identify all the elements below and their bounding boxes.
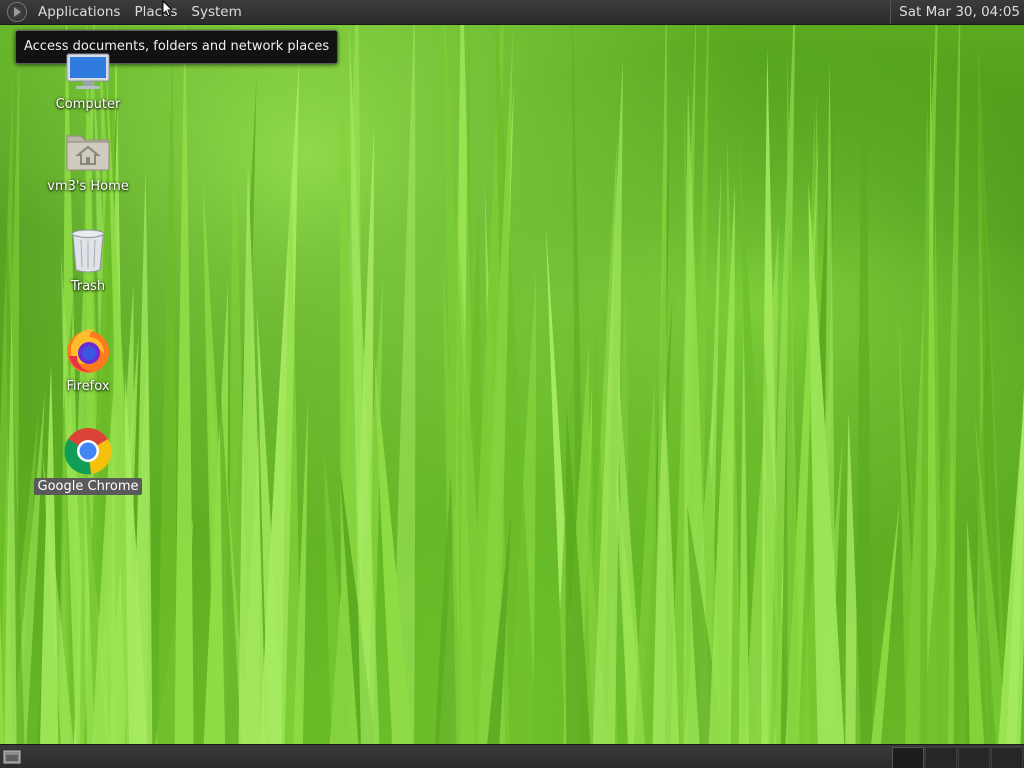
desktop-icon-label: Computer (55, 97, 121, 112)
desktop-icon-label: vm3's Home (47, 179, 129, 194)
desktop-icon-label: Firefox (66, 379, 110, 394)
desktop-icon-label: Trash (70, 279, 106, 294)
desktop-icon-chrome[interactable]: Google Chrome (30, 426, 146, 495)
workspace-4[interactable] (991, 747, 1023, 768)
grass-blade (156, 40, 178, 768)
firefox-icon (63, 326, 113, 376)
grass-blade (787, 51, 801, 768)
computer-icon (63, 44, 113, 94)
bottom-panel (0, 744, 1024, 768)
show-desktop-icon[interactable] (2, 748, 22, 766)
grass-blade (868, 499, 900, 768)
grass-blades (0, 0, 1024, 768)
menu-logo-icon[interactable] (7, 2, 27, 22)
desktop-wallpaper (0, 0, 1024, 768)
home-folder-icon (63, 126, 113, 176)
desktop-icon-trash[interactable]: Trash (30, 226, 146, 295)
desktop-icon-label: Google Chrome (33, 478, 143, 495)
desktop-icon-home[interactable]: vm3's Home (30, 126, 146, 195)
mouse-cursor (162, 0, 174, 22)
grass-blade (855, 0, 873, 768)
trash-icon (63, 226, 113, 276)
applications-menu[interactable]: Applications (31, 0, 127, 24)
workspace-3[interactable] (958, 747, 990, 768)
desktop-icon-firefox[interactable]: Firefox (30, 326, 146, 395)
top-panel: Applications Places System Sat Mar 30, 0… (0, 0, 1024, 25)
workspace-2[interactable] (925, 747, 957, 768)
clock[interactable]: Sat Mar 30, 04:05 (890, 0, 1020, 24)
system-menu[interactable]: System (184, 0, 248, 24)
places-menu[interactable]: Places (127, 0, 184, 24)
grass-blade (174, 4, 194, 768)
workspace-1[interactable] (892, 747, 924, 768)
chrome-icon (63, 426, 113, 476)
desktop-icon-computer[interactable]: Computer (30, 44, 146, 113)
